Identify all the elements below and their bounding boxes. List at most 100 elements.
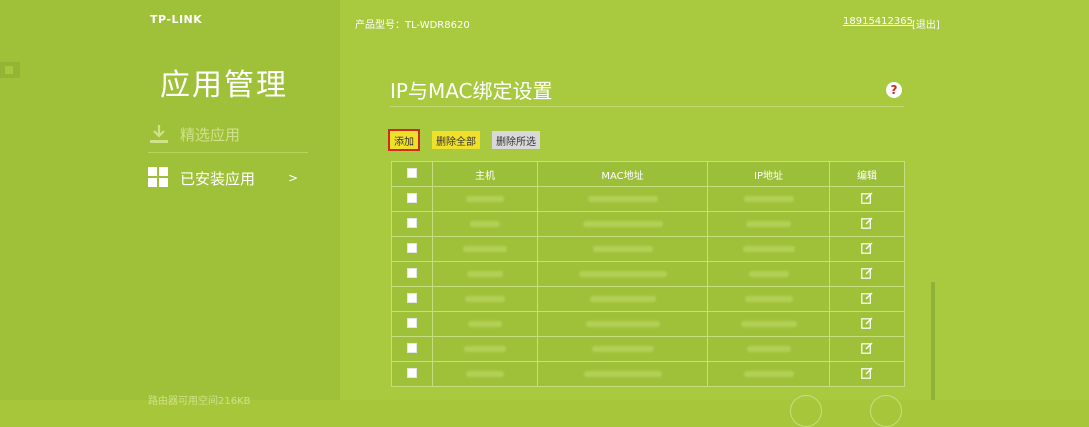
row-checkbox[interactable]: [407, 267, 417, 278]
divider: [390, 106, 904, 107]
chevron-right-icon: >: [287, 171, 298, 185]
mac-cell: [537, 186, 708, 212]
select-all-checkbox[interactable]: [407, 167, 417, 178]
row-checkbox[interactable]: [407, 317, 417, 328]
ip-cell: [707, 311, 830, 337]
mac-cell: [537, 361, 708, 387]
row-select-cell[interactable]: [391, 236, 433, 262]
host-cell: [432, 186, 538, 212]
row-checkbox[interactable]: [407, 242, 417, 253]
column-header-mac: MAC地址: [537, 161, 708, 187]
edit-icon[interactable]: [861, 217, 873, 229]
redacted-host: [466, 370, 504, 377]
ip-cell: [707, 236, 830, 262]
edit-icon[interactable]: [861, 292, 873, 304]
download-icon: [148, 123, 170, 145]
add-button[interactable]: 添加: [388, 129, 420, 151]
host-cell: [432, 311, 538, 337]
table-row: [391, 211, 905, 237]
column-header-ip: IP地址: [707, 161, 830, 187]
host-cell: [432, 336, 538, 362]
mac-cell: [537, 286, 708, 312]
mac-cell: [537, 336, 708, 362]
delete-all-button[interactable]: 删除全部: [432, 131, 480, 149]
redacted-ip: [743, 195, 794, 202]
row-select-cell[interactable]: [391, 336, 433, 362]
collapse-tab[interactable]: [0, 62, 20, 78]
account-phone-link[interactable]: 18915412365: [843, 16, 913, 27]
delete-selected-button[interactable]: 删除所选: [492, 131, 540, 149]
sidebar-item-label: 已安装应用: [180, 169, 256, 188]
row-select-cell[interactable]: [391, 311, 433, 337]
redacted-ip: [746, 220, 791, 227]
row-checkbox[interactable]: [407, 342, 417, 353]
sidebar-title: 应用管理: [160, 68, 288, 103]
edit-cell: [829, 186, 905, 212]
table-row: [391, 336, 905, 362]
row-select-cell[interactable]: [391, 286, 433, 312]
redacted-ip: [743, 370, 794, 377]
edit-cell: [829, 211, 905, 237]
host-cell: [432, 261, 538, 287]
sidebar-item-installed-apps[interactable]: 已安装应用 >: [148, 164, 308, 192]
scrollbar[interactable]: [931, 282, 935, 400]
host-cell: [432, 286, 538, 312]
table-row: [391, 286, 905, 312]
row-checkbox[interactable]: [407, 367, 417, 378]
ip-cell: [707, 211, 830, 237]
model-label: 产品型号：TL-WDR8620: [355, 20, 470, 31]
column-header-host: 主机: [432, 161, 538, 187]
row-select-cell[interactable]: [391, 261, 433, 287]
redacted-host: [468, 320, 502, 327]
redacted-mac: [583, 370, 662, 377]
edit-icon[interactable]: [861, 267, 873, 279]
table-row: [391, 186, 905, 212]
edit-cell: [829, 361, 905, 387]
ip-cell: [707, 336, 830, 362]
divider: [148, 152, 308, 153]
row-checkbox[interactable]: [407, 217, 417, 228]
sidebar-item-label: 精选应用: [180, 125, 241, 144]
ip-cell: [707, 261, 830, 287]
row-select-cell[interactable]: [391, 186, 433, 212]
row-checkbox[interactable]: [407, 192, 417, 203]
edit-icon[interactable]: [861, 242, 873, 254]
column-header-edit: 编辑: [829, 161, 905, 187]
redacted-mac: [589, 295, 656, 302]
page-title: IP与MAC绑定设置: [390, 79, 553, 103]
redacted-host: [464, 345, 506, 352]
edit-icon[interactable]: [861, 367, 873, 379]
redacted-host: [467, 270, 503, 277]
host-cell: [432, 236, 538, 262]
redacted-host: [470, 220, 500, 227]
redacted-host: [465, 295, 505, 302]
edit-icon[interactable]: [861, 192, 873, 204]
row-select-cell[interactable]: [391, 361, 433, 387]
ip-cell: [707, 186, 830, 212]
host-cell: [432, 361, 538, 387]
logout-link[interactable]: [退出]: [912, 16, 940, 31]
redacted-host: [466, 195, 504, 202]
ip-cell: [707, 286, 830, 312]
redacted-ip: [742, 245, 795, 252]
sidebar-item-featured-apps[interactable]: 精选应用: [148, 120, 308, 148]
redacted-mac: [585, 320, 660, 327]
help-icon[interactable]: ?: [886, 82, 902, 98]
edit-icon[interactable]: [861, 342, 873, 354]
edit-cell: [829, 261, 905, 287]
edit-cell: [829, 236, 905, 262]
ip-cell: [707, 361, 830, 387]
ip-mac-binding-table: 主机 MAC地址 IP地址 编辑: [391, 161, 905, 387]
select-all-cell[interactable]: [391, 161, 433, 187]
row-checkbox[interactable]: [407, 292, 417, 303]
row-select-cell[interactable]: [391, 211, 433, 237]
edit-icon[interactable]: [861, 317, 873, 329]
redacted-ip: [740, 320, 797, 327]
redacted-ip: [744, 295, 793, 302]
redacted-ip: [746, 345, 791, 352]
table-row: [391, 311, 905, 337]
table-row: [391, 361, 905, 387]
mac-cell: [537, 211, 708, 237]
redacted-host: [463, 245, 507, 252]
table-row: [391, 261, 905, 287]
